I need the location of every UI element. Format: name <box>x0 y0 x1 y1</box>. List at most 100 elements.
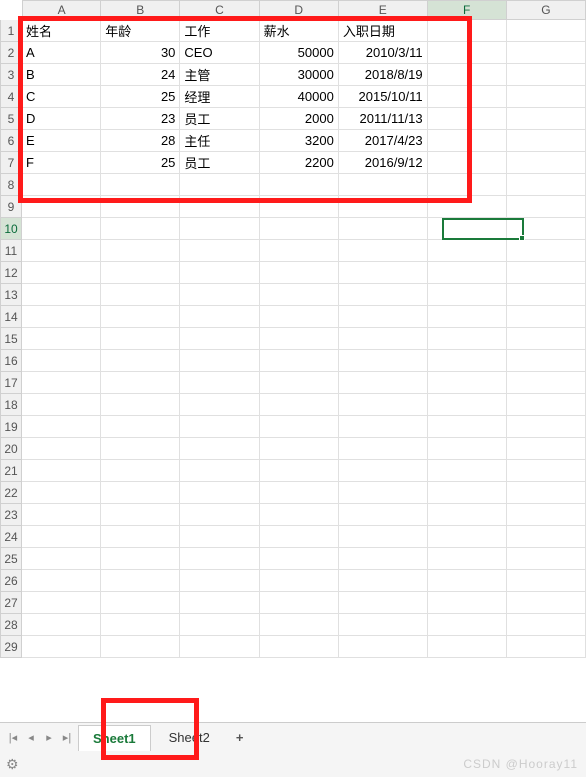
cell-D23[interactable] <box>260 504 339 526</box>
cell-C15[interactable] <box>180 328 259 350</box>
cell-E9[interactable] <box>339 196 428 218</box>
cell-C14[interactable] <box>180 306 259 328</box>
cell-A9[interactable] <box>22 196 101 218</box>
cell-A15[interactable] <box>22 328 101 350</box>
cell-C4[interactable]: 经理 <box>180 86 259 108</box>
cell-E4[interactable]: 2015/10/11 <box>339 86 428 108</box>
row-header-21[interactable]: 21 <box>0 460 22 482</box>
cell-A24[interactable] <box>22 526 101 548</box>
cell-D22[interactable] <box>260 482 339 504</box>
row-header-10[interactable]: 10 <box>0 218 22 240</box>
cell-G14[interactable] <box>507 306 586 328</box>
cell-A26[interactable] <box>22 570 101 592</box>
cell-B12[interactable] <box>101 262 180 284</box>
cell-D28[interactable] <box>260 614 339 636</box>
cell-C7[interactable]: 员工 <box>180 152 259 174</box>
cell-D1[interactable]: 薪水 <box>260 20 339 42</box>
cell-E29[interactable] <box>339 636 428 658</box>
cell-E11[interactable] <box>339 240 428 262</box>
cell-C23[interactable] <box>180 504 259 526</box>
cell-B7[interactable]: 25 <box>101 152 180 174</box>
cell-F26[interactable] <box>428 570 507 592</box>
cell-G19[interactable] <box>507 416 586 438</box>
nav-first-icon[interactable]: |◂ <box>4 728 22 748</box>
cell-D5[interactable]: 2000 <box>260 108 339 130</box>
cell-A20[interactable] <box>22 438 101 460</box>
cell-F21[interactable] <box>428 460 507 482</box>
cell-D10[interactable] <box>260 218 339 240</box>
cell-D18[interactable] <box>260 394 339 416</box>
cell-B25[interactable] <box>101 548 180 570</box>
cell-D4[interactable]: 40000 <box>260 86 339 108</box>
cell-D25[interactable] <box>260 548 339 570</box>
cell-E3[interactable]: 2018/8/19 <box>339 64 428 86</box>
cell-B6[interactable]: 28 <box>101 130 180 152</box>
cell-F22[interactable] <box>428 482 507 504</box>
nav-prev-icon[interactable]: ◂ <box>22 728 40 748</box>
cell-B8[interactable] <box>101 174 180 196</box>
cell-G17[interactable] <box>507 372 586 394</box>
row-header-1[interactable]: 1 <box>0 20 22 42</box>
cell-C11[interactable] <box>180 240 259 262</box>
cell-G5[interactable] <box>507 108 586 130</box>
cell-A17[interactable] <box>22 372 101 394</box>
cell-D26[interactable] <box>260 570 339 592</box>
cell-D15[interactable] <box>260 328 339 350</box>
cell-C17[interactable] <box>180 372 259 394</box>
cell-F29[interactable] <box>428 636 507 658</box>
cell-D29[interactable] <box>260 636 339 658</box>
row-header-9[interactable]: 9 <box>0 196 22 218</box>
cell-F9[interactable] <box>428 196 507 218</box>
col-header-G[interactable]: G <box>507 0 586 20</box>
cell-F23[interactable] <box>428 504 507 526</box>
cell-A13[interactable] <box>22 284 101 306</box>
cell-D8[interactable] <box>260 174 339 196</box>
cell-E6[interactable]: 2017/4/23 <box>339 130 428 152</box>
cell-C9[interactable] <box>180 196 259 218</box>
row-header-24[interactable]: 24 <box>0 526 22 548</box>
col-header-F[interactable]: F <box>428 0 507 20</box>
cell-E16[interactable] <box>339 350 428 372</box>
cell-E5[interactable]: 2011/11/13 <box>339 108 428 130</box>
row-header-11[interactable]: 11 <box>0 240 22 262</box>
cell-B13[interactable] <box>101 284 180 306</box>
cell-F27[interactable] <box>428 592 507 614</box>
cell-A11[interactable] <box>22 240 101 262</box>
cell-B10[interactable] <box>101 218 180 240</box>
cell-C16[interactable] <box>180 350 259 372</box>
cell-B22[interactable] <box>101 482 180 504</box>
cell-G26[interactable] <box>507 570 586 592</box>
cell-A16[interactable] <box>22 350 101 372</box>
cell-C28[interactable] <box>180 614 259 636</box>
cell-E10[interactable] <box>339 218 428 240</box>
cell-B27[interactable] <box>101 592 180 614</box>
cell-E27[interactable] <box>339 592 428 614</box>
cell-F1[interactable] <box>428 20 507 42</box>
cell-C13[interactable] <box>180 284 259 306</box>
cell-C29[interactable] <box>180 636 259 658</box>
cell-G12[interactable] <box>507 262 586 284</box>
cell-D11[interactable] <box>260 240 339 262</box>
cell-A10[interactable] <box>22 218 101 240</box>
col-header-B[interactable]: B <box>101 0 180 20</box>
cell-C12[interactable] <box>180 262 259 284</box>
cell-B5[interactable]: 23 <box>101 108 180 130</box>
cell-F15[interactable] <box>428 328 507 350</box>
cell-G6[interactable] <box>507 130 586 152</box>
cell-F13[interactable] <box>428 284 507 306</box>
cell-C10[interactable] <box>180 218 259 240</box>
cell-G2[interactable] <box>507 42 586 64</box>
cell-D27[interactable] <box>260 592 339 614</box>
cell-B28[interactable] <box>101 614 180 636</box>
cell-A25[interactable] <box>22 548 101 570</box>
cell-D20[interactable] <box>260 438 339 460</box>
cell-G8[interactable] <box>507 174 586 196</box>
cell-F4[interactable] <box>428 86 507 108</box>
row-header-25[interactable]: 25 <box>0 548 22 570</box>
cell-A23[interactable] <box>22 504 101 526</box>
cell-E12[interactable] <box>339 262 428 284</box>
cell-C27[interactable] <box>180 592 259 614</box>
cell-B19[interactable] <box>101 416 180 438</box>
row-header-18[interactable]: 18 <box>0 394 22 416</box>
cell-A18[interactable] <box>22 394 101 416</box>
